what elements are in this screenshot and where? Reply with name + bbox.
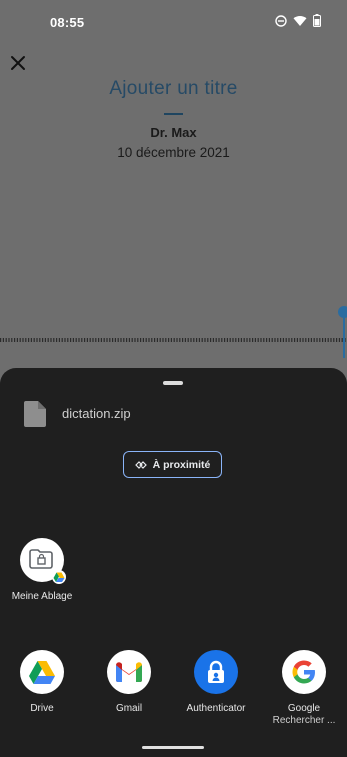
gmail-icon [107,650,151,694]
wifi-icon [293,15,307,27]
shortcut-label: Meine Ablage [11,591,73,602]
playhead-line [343,318,345,358]
close-icon[interactable] [9,54,27,72]
shortcut-meine-ablage[interactable]: Meine Ablage [2,538,82,603]
status-bar: 08:55 [0,0,347,44]
battery-icon [313,14,321,27]
nearby-share-icon [134,460,147,469]
share-sheet: dictation.zip À proximité Meine Ablage D… [0,368,347,757]
app-label: Authenticator [186,703,246,714]
shared-file-name: dictation.zip [62,406,131,421]
nearby-share-button[interactable]: À proximité [123,451,222,478]
drive-folder-icon [20,538,66,584]
playhead-handle[interactable] [338,306,347,318]
drive-icon [20,650,64,694]
app-drive[interactable]: Drive [2,650,82,715]
app-sublabel: Rechercher ... [272,715,336,726]
document-date: 10 décembre 2021 [117,145,230,160]
title-divider [164,113,183,115]
gesture-nav-bar[interactable] [142,746,204,749]
app-google[interactable]: Google Rechercher ... [264,650,344,727]
app-label: Drive [30,703,54,714]
status-time: 08:55 [50,15,85,30]
audio-waveform [0,338,347,342]
file-icon [24,401,46,427]
google-icon [282,650,326,694]
authenticator-icon [194,650,238,694]
sheet-drag-handle[interactable] [163,381,183,385]
status-icons [275,14,321,27]
app-authenticator[interactable]: Authenticator [176,650,256,715]
do-not-disturb-icon [275,14,287,27]
document-title[interactable]: Ajouter un titre [0,78,347,100]
app-label: Gmail [115,703,143,714]
app-gmail[interactable]: Gmail [89,650,169,715]
app-label: Google [287,703,321,714]
document-author: Dr. Max [150,125,197,140]
nearby-share-label: À proximité [152,458,211,471]
